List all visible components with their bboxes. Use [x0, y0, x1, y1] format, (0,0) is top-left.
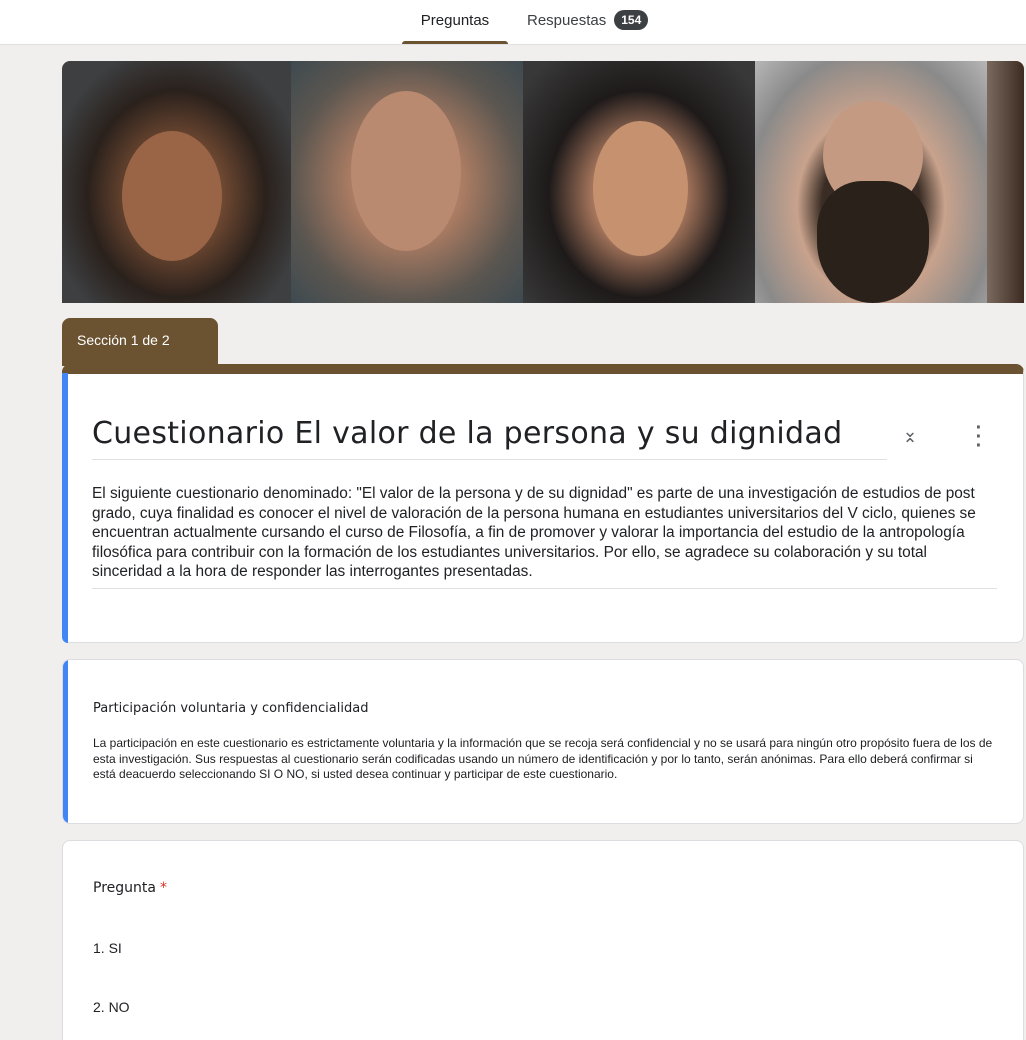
portrait-older-man	[291, 61, 523, 303]
option-no[interactable]: 2. NO	[93, 999, 130, 1015]
required-asterisk: *	[159, 880, 167, 896]
collapse-icon[interactable]: ⌄ ⌃	[898, 422, 922, 454]
info-title: Participación voluntaria y confidenciali…	[93, 701, 369, 716]
info-section-card[interactable]: Participación voluntaria y confidenciali…	[62, 659, 1024, 824]
question-title: Pregunta	[93, 880, 156, 896]
more-vert-icon[interactable]: · · ·	[967, 418, 991, 456]
section-label: Sección 1 de 2	[77, 332, 170, 348]
tab-preguntas[interactable]: Preguntas	[402, 0, 508, 44]
section-indicator: Sección 1 de 2	[62, 318, 218, 366]
question-label: Pregunta *	[93, 880, 167, 896]
form-header-card[interactable]: Cuestionario El valor de la persona y su…	[62, 364, 1024, 643]
tab-respuestas-label: Respuestas	[527, 12, 607, 29]
header-banner-image	[62, 61, 1024, 303]
portrait-woman-curly-hair	[62, 61, 291, 303]
tab-respuestas[interactable]: Respuestas 154	[527, 0, 649, 44]
portrait-partial	[987, 61, 1024, 303]
portrait-woman-dark-hair	[523, 61, 755, 303]
tab-preguntas-label: Preguntas	[420, 12, 490, 29]
form-title[interactable]: Cuestionario El valor de la persona y su…	[92, 416, 887, 460]
info-body: La participación en este cuestionario es…	[93, 736, 993, 781]
card-accent-bar	[63, 660, 68, 823]
option-si[interactable]: 1. SI	[93, 940, 122, 956]
active-card-indicator	[62, 373, 68, 643]
question-card[interactable]: Pregunta * 1. SI 2. NO	[62, 840, 1024, 1040]
responses-count-badge: 154	[614, 10, 649, 30]
portrait-bearded-man	[755, 61, 987, 303]
top-tab-bar: Preguntas Respuestas 154	[0, 0, 1026, 45]
form-description[interactable]: El siguiente cuestionario denominado: "E…	[92, 484, 997, 589]
